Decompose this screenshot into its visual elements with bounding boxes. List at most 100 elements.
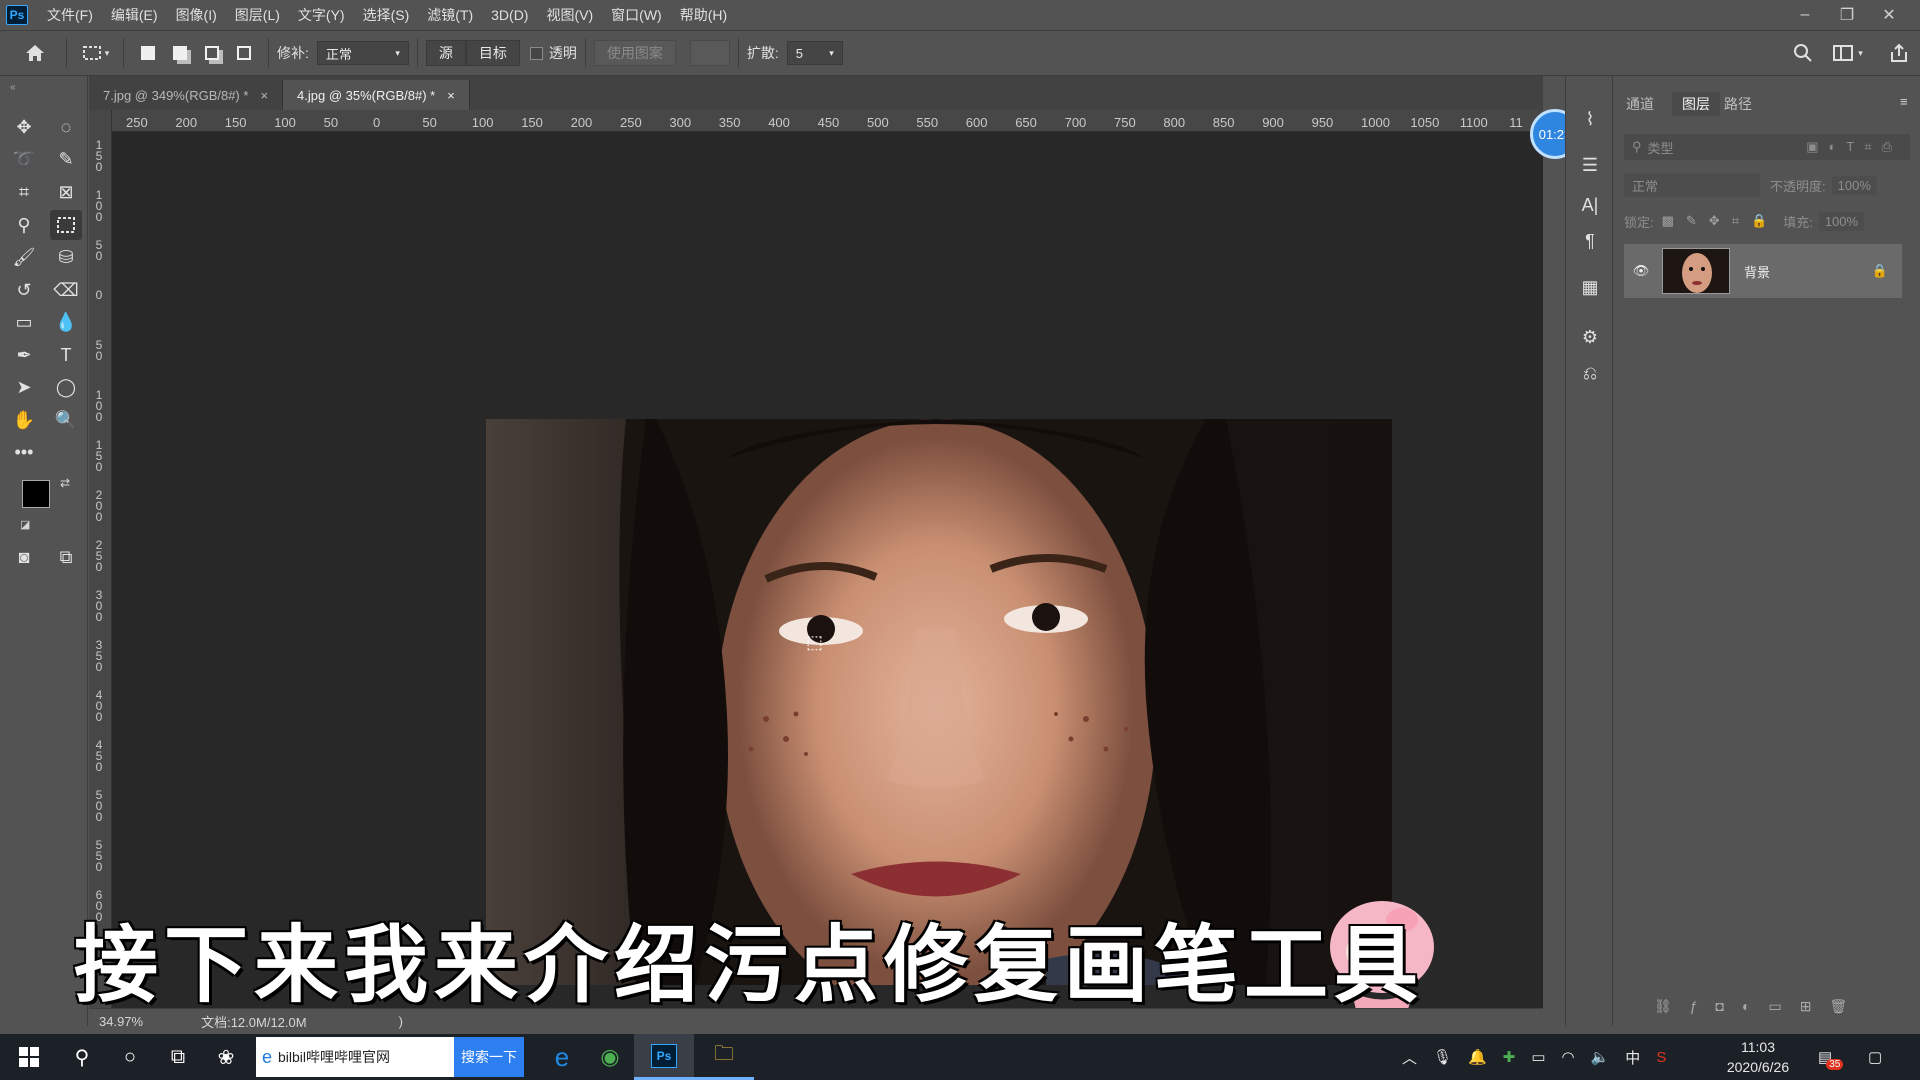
notification-bell-icon[interactable]: 🔔: [1468, 1048, 1487, 1066]
foreground-color-swatch[interactable]: [22, 480, 50, 508]
menu-layer[interactable]: 图层(L): [226, 5, 289, 25]
menu-select[interactable]: 选择(S): [354, 5, 419, 25]
add-selection-icon[interactable]: [164, 40, 196, 66]
brush-settings-icon[interactable]: ⌇: [1576, 106, 1604, 132]
search-go-button[interactable]: 搜索一下: [454, 1037, 524, 1077]
menu-image[interactable]: 图像(I): [167, 5, 226, 25]
close-window-button[interactable]: ✕: [1868, 0, 1910, 30]
marquee-tool-icon[interactable]: ◌: [50, 112, 82, 142]
tab-layers[interactable]: 图层: [1672, 92, 1720, 116]
close-icon[interactable]: ×: [260, 88, 268, 103]
restore-button[interactable]: ❐: [1826, 0, 1868, 30]
task-view-icon[interactable]: ⧉: [154, 1034, 202, 1080]
history-icon[interactable]: ⎌: [1576, 360, 1604, 386]
quick-select-tool-icon[interactable]: ✎: [50, 144, 82, 174]
home-icon[interactable]: [12, 40, 58, 66]
layer-filter-row[interactable]: ⚲ 类型 ▣◐T⌗⎙: [1624, 134, 1910, 160]
collapse-icon[interactable]: «: [10, 82, 16, 93]
tray-chevron-icon[interactable]: ︿: [1402, 1047, 1417, 1068]
transparent-checkbox[interactable]: 透明: [529, 40, 577, 66]
action-center-icon[interactable]: ▢: [1868, 1034, 1882, 1080]
menu-help[interactable]: 帮助(H): [671, 5, 736, 25]
sogou-icon[interactable]: S: [1656, 1049, 1666, 1066]
menu-3d[interactable]: 3D(D): [482, 7, 537, 23]
search-icon[interactable]: [1788, 40, 1818, 66]
volume-icon[interactable]: 🔈: [1591, 1048, 1610, 1066]
zoom-tool-icon[interactable]: 🔍: [50, 405, 82, 435]
diffusion-input[interactable]: 5 ▾: [786, 41, 843, 65]
status-arrow-icon[interactable]: ): [399, 1014, 403, 1029]
more-tools-icon[interactable]: •••: [8, 437, 40, 467]
move-tool-icon[interactable]: ✥: [8, 112, 40, 142]
blend-mode-select[interactable]: 正常: [1624, 173, 1760, 197]
microphone-icon[interactable]: 🎙: [1433, 1048, 1452, 1066]
hand-tool-icon[interactable]: ✋: [8, 405, 40, 435]
clock[interactable]: 11:03 2020/6/26: [1712, 1034, 1804, 1080]
ime-indicator[interactable]: 中: [1625, 1047, 1640, 1068]
paragraph-icon[interactable]: ¶: [1576, 228, 1604, 254]
type-tool-icon[interactable]: T: [50, 340, 82, 370]
cortana-icon[interactable]: ○: [106, 1034, 154, 1080]
character-icon[interactable]: A|: [1576, 192, 1604, 218]
browser-360-icon[interactable]: ◉: [586, 1034, 634, 1080]
wifi-icon[interactable]: ◠: [1562, 1048, 1575, 1066]
gradient-tool-icon[interactable]: ▭: [8, 307, 40, 337]
pen-tool-icon[interactable]: ✒: [8, 340, 40, 370]
pattern-picker[interactable]: [689, 40, 730, 66]
eraser-tool-icon[interactable]: ⌫: [50, 275, 82, 305]
table-icon[interactable]: ▦: [1576, 274, 1604, 300]
ellipse-tool-icon[interactable]: ◯: [50, 372, 82, 402]
eye-icon[interactable]: 👁: [1624, 263, 1658, 279]
tab-paths[interactable]: 路径: [1724, 94, 1752, 114]
fill-value[interactable]: 100%: [1818, 211, 1865, 231]
use-pattern-button[interactable]: 使用图案: [593, 40, 676, 66]
close-icon[interactable]: ×: [447, 88, 455, 103]
tab-channels[interactable]: 通道: [1626, 94, 1654, 114]
canvas-area[interactable]: ⬚: [112, 132, 1543, 1010]
menu-edit[interactable]: 编辑(E): [102, 5, 167, 25]
brush-tool-icon[interactable]: 🖌: [8, 242, 40, 272]
browser-search-box[interactable]: e bilbil哔哩哔哩官网: [256, 1037, 454, 1077]
new-selection-icon[interactable]: [132, 40, 164, 66]
quick-mask-icon[interactable]: ◙: [8, 542, 40, 572]
panel-menu-icon[interactable]: ≡: [1900, 94, 1908, 109]
frame-tool-icon[interactable]: ⊠: [50, 177, 82, 207]
search-icon[interactable]: ⚲: [58, 1034, 106, 1080]
patch-mode-select[interactable]: 正常 ▾: [316, 41, 409, 65]
battery-icon[interactable]: ▭: [1531, 1048, 1545, 1066]
menu-type[interactable]: 文字(Y): [289, 5, 354, 25]
file-explorer-icon[interactable]: 🗀: [694, 1034, 754, 1080]
crop-tool-icon[interactable]: ⌗: [8, 177, 40, 207]
blur-tool-icon[interactable]: 💧: [50, 307, 82, 337]
minimize-button[interactable]: –: [1784, 0, 1826, 30]
source-button[interactable]: 源: [425, 40, 466, 66]
patch-tool-preset-icon[interactable]: ▾: [75, 40, 115, 66]
lasso-tool-icon[interactable]: ➰: [8, 144, 40, 174]
patch-tool-icon[interactable]: [50, 210, 82, 240]
tab-7jpg[interactable]: 7.jpg @ 349%(RGB/8#) * ×: [89, 80, 284, 110]
menu-window[interactable]: 窗口(W): [602, 5, 671, 25]
menu-filter[interactable]: 滤镜(T): [418, 5, 482, 25]
windows-start-icon[interactable]: [0, 1034, 58, 1080]
eyedropper-tool-icon[interactable]: ⚲: [8, 210, 40, 240]
menu-view[interactable]: 视图(V): [537, 5, 602, 25]
photoshop-taskbar-icon[interactable]: Ps: [634, 1034, 694, 1080]
menu-file[interactable]: 文件(F): [38, 5, 102, 25]
app-icon[interactable]: ❀: [202, 1034, 250, 1080]
zoom-level[interactable]: 34.97%: [99, 1014, 143, 1029]
adjust-icon[interactable]: ☰: [1576, 152, 1604, 178]
security-icon[interactable]: ✚: [1503, 1048, 1516, 1066]
screen-mode-icon[interactable]: ⧉: [50, 542, 82, 572]
workspace-icon[interactable]: ▾: [1828, 40, 1868, 66]
target-button[interactable]: 目标: [465, 40, 520, 66]
notifications-badge-icon[interactable]: ▤ 35: [1818, 1034, 1844, 1080]
layer-background[interactable]: 👁 背景 🔒: [1624, 244, 1902, 298]
opacity-value[interactable]: 100%: [1831, 175, 1877, 195]
path-select-tool-icon[interactable]: ➤: [8, 372, 40, 402]
swap-colors-icon[interactable]: ⇄: [60, 476, 70, 490]
share-icon[interactable]: [1884, 40, 1914, 66]
properties-icon[interactable]: ⚙: [1576, 324, 1604, 350]
default-colors-icon[interactable]: ◪: [20, 518, 30, 531]
history-brush-tool-icon[interactable]: ↺: [8, 275, 40, 305]
tab-4jpg[interactable]: 4.jpg @ 35%(RGB/8#) * ×: [283, 80, 470, 110]
